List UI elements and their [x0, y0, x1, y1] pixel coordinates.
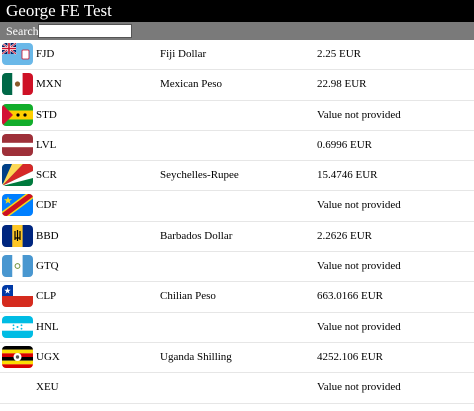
app-header: George FE Test	[0, 0, 474, 22]
currency-name: Fiji Dollar	[160, 48, 207, 60]
currency-value: Value not provided	[317, 381, 401, 394]
flag-uganda-icon	[2, 345, 33, 368]
currency-value: Value not provided	[317, 320, 401, 333]
currency-value: Value not provided	[317, 108, 401, 121]
currency-code: GTQ	[36, 260, 59, 273]
currency-value: 2.25 EUR	[317, 48, 361, 60]
currency-row[interactable]: BBD Barbados Dollar 2.2626 EUR	[0, 222, 474, 253]
currency-code: UGX	[36, 350, 60, 363]
currency-code: CDF	[36, 199, 58, 212]
currency-value: 0.6996 EUR	[317, 138, 372, 151]
currency-row[interactable]: UGX Uganda Shilling 4252.106 EUR	[0, 343, 474, 374]
currency-name: Seychelles-Rupee	[160, 169, 239, 182]
currency-code: LVL	[36, 138, 57, 151]
currency-value: 4252.106 EUR	[317, 350, 383, 363]
flag-mexico-icon	[2, 73, 33, 96]
flag-honduras-icon	[2, 315, 33, 338]
flag-dr-congo-icon	[2, 194, 33, 217]
currency-code: XEU	[36, 381, 59, 394]
currency-value: 663.0166 EUR	[317, 290, 383, 303]
flag-seychelles-icon	[2, 164, 33, 187]
search-input[interactable]	[38, 24, 132, 38]
currency-row[interactable]: FJD Fiji Dollar 2.25 EUR	[0, 40, 474, 71]
currency-code: CLP	[36, 290, 57, 303]
flag-barbados-icon	[2, 224, 33, 247]
currency-row[interactable]: LVL 0.6996 EUR	[0, 131, 474, 162]
currency-row[interactable]: GTQ Value not provided	[0, 252, 474, 283]
currency-code: HNL	[36, 320, 59, 333]
currency-value: Value not provided	[317, 199, 401, 212]
currency-code: FJD	[36, 48, 55, 60]
currency-code: SCR	[36, 169, 57, 182]
app-title: George FE Test	[6, 1, 112, 20]
currency-name: Chilian Peso	[160, 290, 216, 303]
currency-row[interactable]: STD Value not provided	[0, 101, 474, 131]
currency-row[interactable]: SCR Seychelles-Rupee 15.4746 EUR	[0, 161, 474, 192]
currency-value: Value not provided	[317, 260, 401, 273]
currency-value: 22.98 EUR	[317, 78, 367, 91]
currency-list: FJD Fiji Dollar 2.25 EUR MXN Mexican Pes…	[0, 40, 474, 404]
flag-sao-tome-icon	[2, 103, 33, 126]
flag-chile-icon	[2, 285, 33, 308]
currency-code: STD	[36, 108, 57, 121]
currency-row[interactable]: HNL Value not provided	[0, 313, 474, 343]
search-bar: Search	[0, 22, 474, 40]
search-label: Search	[6, 24, 39, 38]
currency-code: MXN	[36, 78, 62, 91]
currency-name: Barbados Dollar	[160, 229, 233, 242]
currency-code: BBD	[36, 229, 59, 242]
currency-row[interactable]: CLP Chilian Peso 663.0166 EUR	[0, 282, 474, 313]
currency-value: 15.4746 EUR	[317, 169, 378, 182]
flag-fiji-icon	[2, 43, 33, 65]
currency-name: Mexican Peso	[160, 78, 223, 91]
currency-row[interactable]: XEU Value not provided	[0, 373, 474, 404]
currency-row[interactable]: CDF Value not provided	[0, 191, 474, 222]
flag-latvia-icon	[2, 133, 33, 156]
currency-value: 2.2626 EUR	[317, 229, 372, 242]
currency-name: Uganda Shilling	[160, 350, 232, 363]
currency-row[interactable]: MXN Mexican Peso 22.98 EUR	[0, 70, 474, 101]
flag-guatemala-icon	[2, 255, 33, 278]
